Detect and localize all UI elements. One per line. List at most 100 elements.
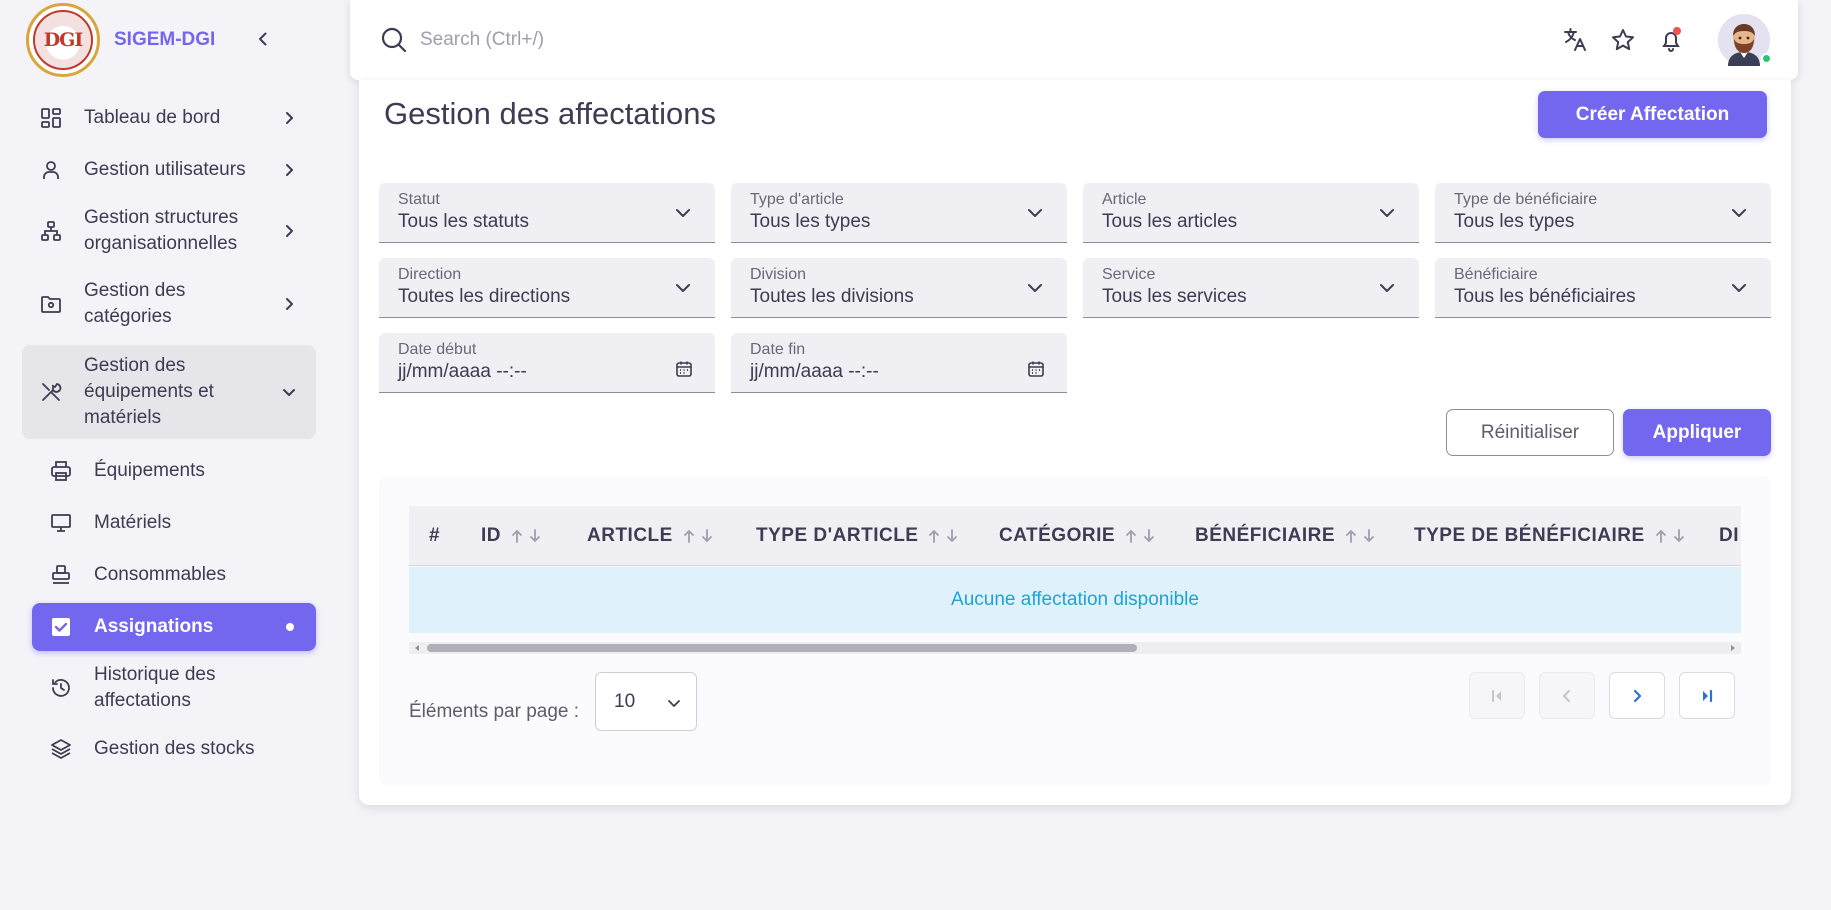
calendar-icon [1028,361,1044,377]
arrow-up-icon [512,530,522,543]
sidebar-item-assignations[interactable]: Assignations [32,603,316,651]
create-affectation-button[interactable]: Créer Affectation [1538,91,1767,138]
apply-button[interactable]: Appliquer [1623,409,1771,456]
brand[interactable]: DGI SIGEM-DGI [26,3,215,77]
chevron-down-icon [1028,209,1042,217]
main-card: Gestion des affectations Créer Affectati… [359,80,1791,805]
filter-value: Tous les types [750,211,871,232]
date-fin-input[interactable]: jj/mm/aaaa --:-- [750,361,879,383]
filter-value: Toutes les directions [398,286,571,307]
chevron-down-icon [676,284,690,292]
filter-division[interactable]: Division Toutes les divisions [731,258,1067,318]
arrow-up-icon [1126,530,1136,543]
per-page-value: 10 [614,690,636,712]
column-header-article[interactable]: ARTICLE [587,506,714,565]
sidebar-item-equipment[interactable]: Gestion des équipements et matériels [22,345,316,439]
sidebar-item-stocks[interactable]: Gestion des stocks [32,725,316,773]
sidebar-item-label: Matériels [94,512,172,533]
chevron-down-icon [676,209,690,217]
next-page-button[interactable] [1609,672,1665,719]
filter-value: Tous les types [1454,211,1575,232]
chevron-left-icon [259,32,267,46]
filter-label: Statut [398,191,440,208]
filter-label: Date fin [750,341,806,358]
star-icon[interactable] [1608,25,1638,55]
scroll-right-icon [1731,645,1735,651]
filter-value: Tous les services [1102,286,1247,307]
column-header-beneficiaire[interactable]: BÉNÉFICIAIRE [1195,506,1376,565]
reset-button[interactable]: Réinitialiser [1446,409,1614,456]
column-header-id[interactable]: ID [481,506,542,565]
calendar-icon [676,361,692,377]
chevron-right-icon [278,107,300,129]
filter-value: Tous les articles [1102,211,1238,232]
folder-settings-icon [38,291,64,317]
sidebar: DGI SIGEM-DGI Tableau de bord Gestion ut… [0,0,338,910]
equipment-submenu: Équipements Matériels Consommables Assig… [22,447,316,773]
sidebar-item-materiels[interactable]: Matériels [32,499,316,547]
filter-label: Date début [398,341,477,358]
chevron-right-icon [278,220,300,242]
collapse-sidebar-button[interactable] [252,28,274,50]
filter-direction[interactable]: Direction Toutes les directions [379,258,715,318]
arrow-down-icon [701,529,712,542]
sidebar-item-label: Consommables [94,564,226,585]
column-header-categorie[interactable]: CATÉGORIE [999,506,1156,565]
pagination [1469,672,1735,719]
sidebar-item-equipements[interactable]: Équipements [32,447,316,495]
per-page-select[interactable]: 10 [595,672,697,731]
sidebar-item-dashboard[interactable]: Tableau de bord [22,94,316,142]
column-header-type-beneficiaire[interactable]: TYPE DE BÉNÉFICIAIRE [1414,506,1686,565]
filter-service[interactable]: Service Tous les services [1083,258,1419,318]
filter-value: Tous les statuts [398,211,529,232]
sidebar-item-label: Gestion des équipements et matériels [84,355,214,428]
dashboard-icon [38,105,64,131]
filter-label: Type d'article [750,191,844,208]
filter-value: Tous les bénéficiaires [1454,286,1636,307]
table-header: # ID ARTICLE TYPE D'ARTICLE CATÉGORIE BÉ… [409,506,1741,566]
arrow-down-icon [530,529,540,542]
filter-type-article[interactable]: Type d'article Tous les types [731,183,1067,243]
sidebar-item-categories[interactable]: Gestion des catégories [22,271,316,337]
column-header-direction[interactable]: DI [1719,506,1739,565]
first-page-button[interactable] [1469,672,1525,719]
filter-statut[interactable]: Statut Tous les statuts [379,183,715,243]
chevron-left-icon [1563,689,1570,702]
arrow-down-icon [947,529,958,542]
filter-date-debut[interactable]: Date début jj/mm/aaaa --:-- [379,333,715,393]
filter-article[interactable]: Article Tous les articles [1083,183,1419,243]
date-debut-input[interactable]: jj/mm/aaaa --:-- [398,361,527,383]
arrow-down-icon [1364,529,1374,542]
sidebar-item-consommables[interactable]: Consommables [32,551,316,599]
last-page-button[interactable] [1679,672,1735,719]
previous-page-button[interactable] [1539,672,1595,719]
column-header-type-article[interactable]: TYPE D'ARTICLE [756,506,959,565]
filter-date-fin[interactable]: Date fin jj/mm/aaaa --:-- [731,333,1067,393]
sidebar-item-label: Assignations [94,616,214,637]
scrollbar-thumb[interactable] [427,644,1137,652]
sidebar-item-structures[interactable]: Gestion structures organisationnelles [22,198,316,264]
filter-label: Division [750,266,807,283]
chevron-down-icon [1732,209,1746,217]
search-input[interactable] [420,22,920,58]
empty-message: Aucune affectation disponible [409,567,1741,633]
sidebar-item-label: Gestion des stocks [94,738,255,759]
arrow-up-icon [1346,530,1356,543]
sidebar-item-historique[interactable]: Historique des affectations [32,655,316,721]
filter-type-beneficiaire[interactable]: Type de bénéficiaire Tous les types [1435,183,1771,243]
chevron-down-icon [1028,284,1042,292]
printer-icon [48,458,74,484]
sidebar-item-label: Gestion utilisateurs [84,159,246,180]
translate-icon[interactable] [1560,25,1590,55]
tools-icon [38,379,64,405]
chevron-down-icon [278,381,300,403]
bell-icon[interactable] [1656,25,1686,55]
arrow-up-icon [1655,530,1666,543]
avatar[interactable] [1718,14,1772,66]
filter-value: Toutes les divisions [750,286,914,307]
filter-beneficiaire[interactable]: Bénéficiaire Tous les bénéficiaires [1435,258,1771,318]
horizontal-scrollbar[interactable] [409,642,1741,654]
arrow-up-icon [929,530,940,543]
sidebar-item-users[interactable]: Gestion utilisateurs [22,146,316,194]
search-icon[interactable] [380,26,408,54]
